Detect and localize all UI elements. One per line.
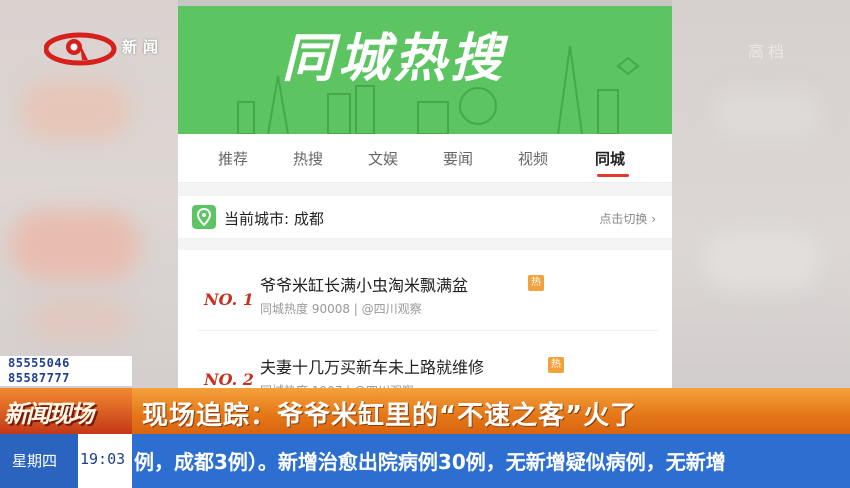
faded-background-text: 高档 [748,42,789,61]
banner: 同城热搜 [178,6,672,134]
ticker-time: 19:03 [80,450,126,468]
location-pin-icon [192,205,216,229]
channel-logo: 新闻 [43,32,184,66]
item-title: 夫妻十几万买新车未上路就维修 [260,358,485,377]
tab-bar: 推荐 热搜 文娱 要闻 视频 同城 [178,134,672,183]
tab-video[interactable]: 视频 [518,148,548,169]
current-city-bar[interactable]: 当前城市: 成都 点击切换 › [178,196,672,238]
tab-entertainment[interactable]: 文娱 [368,148,398,169]
headline-bar: 现场追踪：爷爷米缸里的“不速之客”火了 [132,388,850,434]
ticker-time-box: 19:03 [78,434,132,488]
hotline-number-2: 85587777 [8,371,70,385]
tab-trending[interactable]: 热搜 [293,148,323,169]
ticker-scroll: 例，成都3例）。新增治愈出院病例30例，无新增疑似病例，无新增 [132,434,850,488]
phone-screen: 同城热搜 推荐 热搜 文娱 要闻 视频 同城 当前城市: 成都 点击切换 › N… [178,6,672,406]
ticker-text: 例，成都3例）。新增治愈出院病例30例，无新增疑似病例，无新增 [134,450,726,474]
hot-badge: 热 [528,275,544,291]
divider [198,330,658,331]
rank-label: NO. 1 [204,290,254,309]
blurred-shape [30,300,130,340]
hot-badge: 热 [548,357,564,373]
tab-recommend[interactable]: 推荐 [218,148,248,169]
item-title: 爷爷米缸长满小虫淘米飘满盆 [260,276,469,295]
active-tab-indicator [597,174,629,177]
blurred-shape [10,210,140,280]
ticker-day: 星期四 [12,452,58,470]
show-logo: 新闻现场 [0,388,132,434]
channel-logo-icon [43,32,117,66]
show-name: 新闻现场 [4,400,94,428]
banner-title: 同城热搜 [282,29,507,89]
news-ticker: 星期四 19:03 例，成都3例）。新增治愈出院病例30例，无新增疑似病例，无新… [0,434,850,488]
current-city-label: 当前城市: 成都 [224,210,324,228]
list-item[interactable]: NO. 1 爷爷米缸长满小虫淘米飘满盆 热 同城热度 90008 | @四川观察 [178,250,672,331]
blurred-shape [702,230,822,290]
hot-list: NO. 1 爷爷米缸长满小虫淘米飘满盆 热 同城热度 90008 | @四川观察… [178,250,672,406]
tab-headlines[interactable]: 要闻 [443,148,473,169]
blurred-shape [712,90,822,140]
item-meta: 同城热度 90008 | @四川观察 [260,302,422,316]
channel-logo-text: 新闻 [122,38,165,56]
switch-city-link[interactable]: 点击切换 › [599,210,656,227]
blurred-shape [20,80,130,140]
headline-text: 现场追踪：爷爷米缸里的“不速之客”火了 [142,401,638,431]
rank-label: NO. 2 [204,370,254,389]
hotline-box: 85555046 85587777 [0,356,132,386]
ticker-day-box: 星期四 [0,434,78,488]
tab-local[interactable]: 同城 [595,148,625,169]
hotline-number-1: 85555046 [8,356,70,370]
